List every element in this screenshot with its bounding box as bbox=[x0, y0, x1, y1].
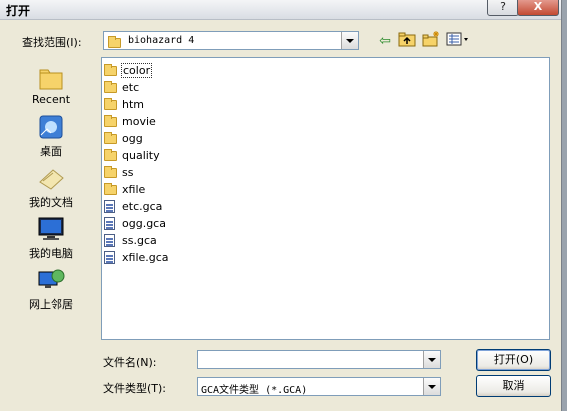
item-name: xfile bbox=[122, 182, 146, 196]
list-item[interactable]: ss bbox=[104, 164, 134, 180]
list-item[interactable]: ogg bbox=[104, 130, 144, 146]
item-name: etc bbox=[122, 80, 140, 94]
open-file-dialog: 打开 ? X 查找范围(I): biohazard 4 ⇦ Recent 桌面 … bbox=[0, 0, 562, 411]
place-label: 网上邻居 bbox=[29, 298, 73, 311]
item-name: ogg bbox=[122, 131, 143, 145]
help-button[interactable]: ? bbox=[487, 0, 519, 16]
recent-folder-icon bbox=[39, 69, 63, 90]
list-item[interactable]: quality bbox=[104, 147, 161, 163]
item-name: color bbox=[121, 62, 153, 78]
gca-file-icon bbox=[104, 250, 115, 264]
folder-icon bbox=[104, 114, 117, 127]
view-menu-icon[interactable] bbox=[445, 31, 471, 51]
list-item[interactable]: htm bbox=[104, 96, 145, 112]
dialog-title: 打开 bbox=[6, 4, 31, 18]
new-folder-icon[interactable] bbox=[421, 31, 441, 51]
chevron-down-icon[interactable] bbox=[423, 378, 440, 395]
place-label: 我的电脑 bbox=[29, 247, 73, 260]
list-item[interactable]: ogg.gca bbox=[104, 215, 167, 231]
file-type-label: 文件类型(T): bbox=[103, 382, 167, 395]
desktop-icon bbox=[39, 115, 63, 139]
place-label: Recent bbox=[31, 93, 71, 106]
list-item[interactable]: color bbox=[104, 62, 153, 78]
folder-icon bbox=[104, 148, 117, 161]
place-label: 我的文档 bbox=[29, 196, 73, 209]
item-name: ss bbox=[122, 165, 134, 179]
place-desktop[interactable]: 桌面 bbox=[15, 113, 87, 159]
item-name: etc.gca bbox=[122, 199, 163, 213]
place-my-documents[interactable]: 我的文档 bbox=[15, 164, 87, 210]
place-my-computer[interactable]: 我的电脑 bbox=[15, 215, 87, 261]
list-item[interactable]: ss.gca bbox=[104, 232, 158, 248]
place-recent[interactable]: Recent bbox=[15, 64, 87, 110]
list-item[interactable]: movie bbox=[104, 113, 157, 129]
file-list[interactable]: color etc htm movie ogg quality ss xfile… bbox=[101, 57, 550, 340]
look-in-value: biohazard 4 bbox=[128, 35, 195, 46]
item-name: xfile.gca bbox=[122, 250, 169, 264]
folder-icon bbox=[104, 165, 117, 178]
item-name: ss.gca bbox=[122, 233, 157, 247]
folder-icon bbox=[104, 63, 117, 76]
item-name: quality bbox=[122, 148, 160, 162]
look-in-combo[interactable]: biohazard 4 bbox=[103, 31, 359, 50]
item-name: htm bbox=[122, 97, 144, 111]
open-button[interactable]: 打开(O) bbox=[476, 349, 551, 371]
list-item[interactable]: etc bbox=[104, 79, 140, 95]
list-item[interactable]: xfile bbox=[104, 181, 146, 197]
folder-icon bbox=[104, 131, 117, 144]
my-documents-icon bbox=[39, 169, 64, 190]
look-in-label: 查找范围(I): bbox=[22, 36, 82, 49]
folder-icon bbox=[104, 80, 117, 93]
file-name-label: 文件名(N): bbox=[103, 356, 157, 369]
title-bar[interactable]: 打开 ? X bbox=[0, 0, 561, 20]
folder-icon bbox=[104, 182, 117, 195]
gca-file-icon bbox=[104, 199, 115, 213]
place-network[interactable]: 网上邻居 bbox=[15, 266, 87, 312]
file-type-value: GCA文件类型 (*.GCA) bbox=[201, 385, 308, 396]
network-places-icon bbox=[38, 269, 65, 288]
chevron-down-icon[interactable] bbox=[423, 351, 440, 368]
item-name: ogg.gca bbox=[122, 216, 166, 230]
file-name-field[interactable] bbox=[197, 350, 441, 369]
chevron-down-icon[interactable] bbox=[341, 32, 358, 49]
item-name: movie bbox=[122, 114, 156, 128]
my-computer-icon bbox=[38, 217, 64, 240]
back-arrow-icon[interactable]: ⇦ bbox=[375, 31, 395, 51]
folder-icon bbox=[108, 36, 121, 48]
folder-icon bbox=[104, 97, 117, 110]
cancel-button[interactable]: 取消 bbox=[476, 375, 551, 397]
file-type-select[interactable]: GCA文件类型 (*.GCA) bbox=[197, 377, 441, 396]
gca-file-icon bbox=[104, 216, 115, 230]
place-label: 桌面 bbox=[40, 145, 62, 158]
gca-file-icon bbox=[104, 233, 115, 247]
up-folder-icon[interactable] bbox=[397, 31, 417, 51]
list-item[interactable]: xfile.gca bbox=[104, 249, 170, 265]
list-item[interactable]: etc.gca bbox=[104, 198, 163, 214]
close-button[interactable]: X bbox=[517, 0, 559, 16]
